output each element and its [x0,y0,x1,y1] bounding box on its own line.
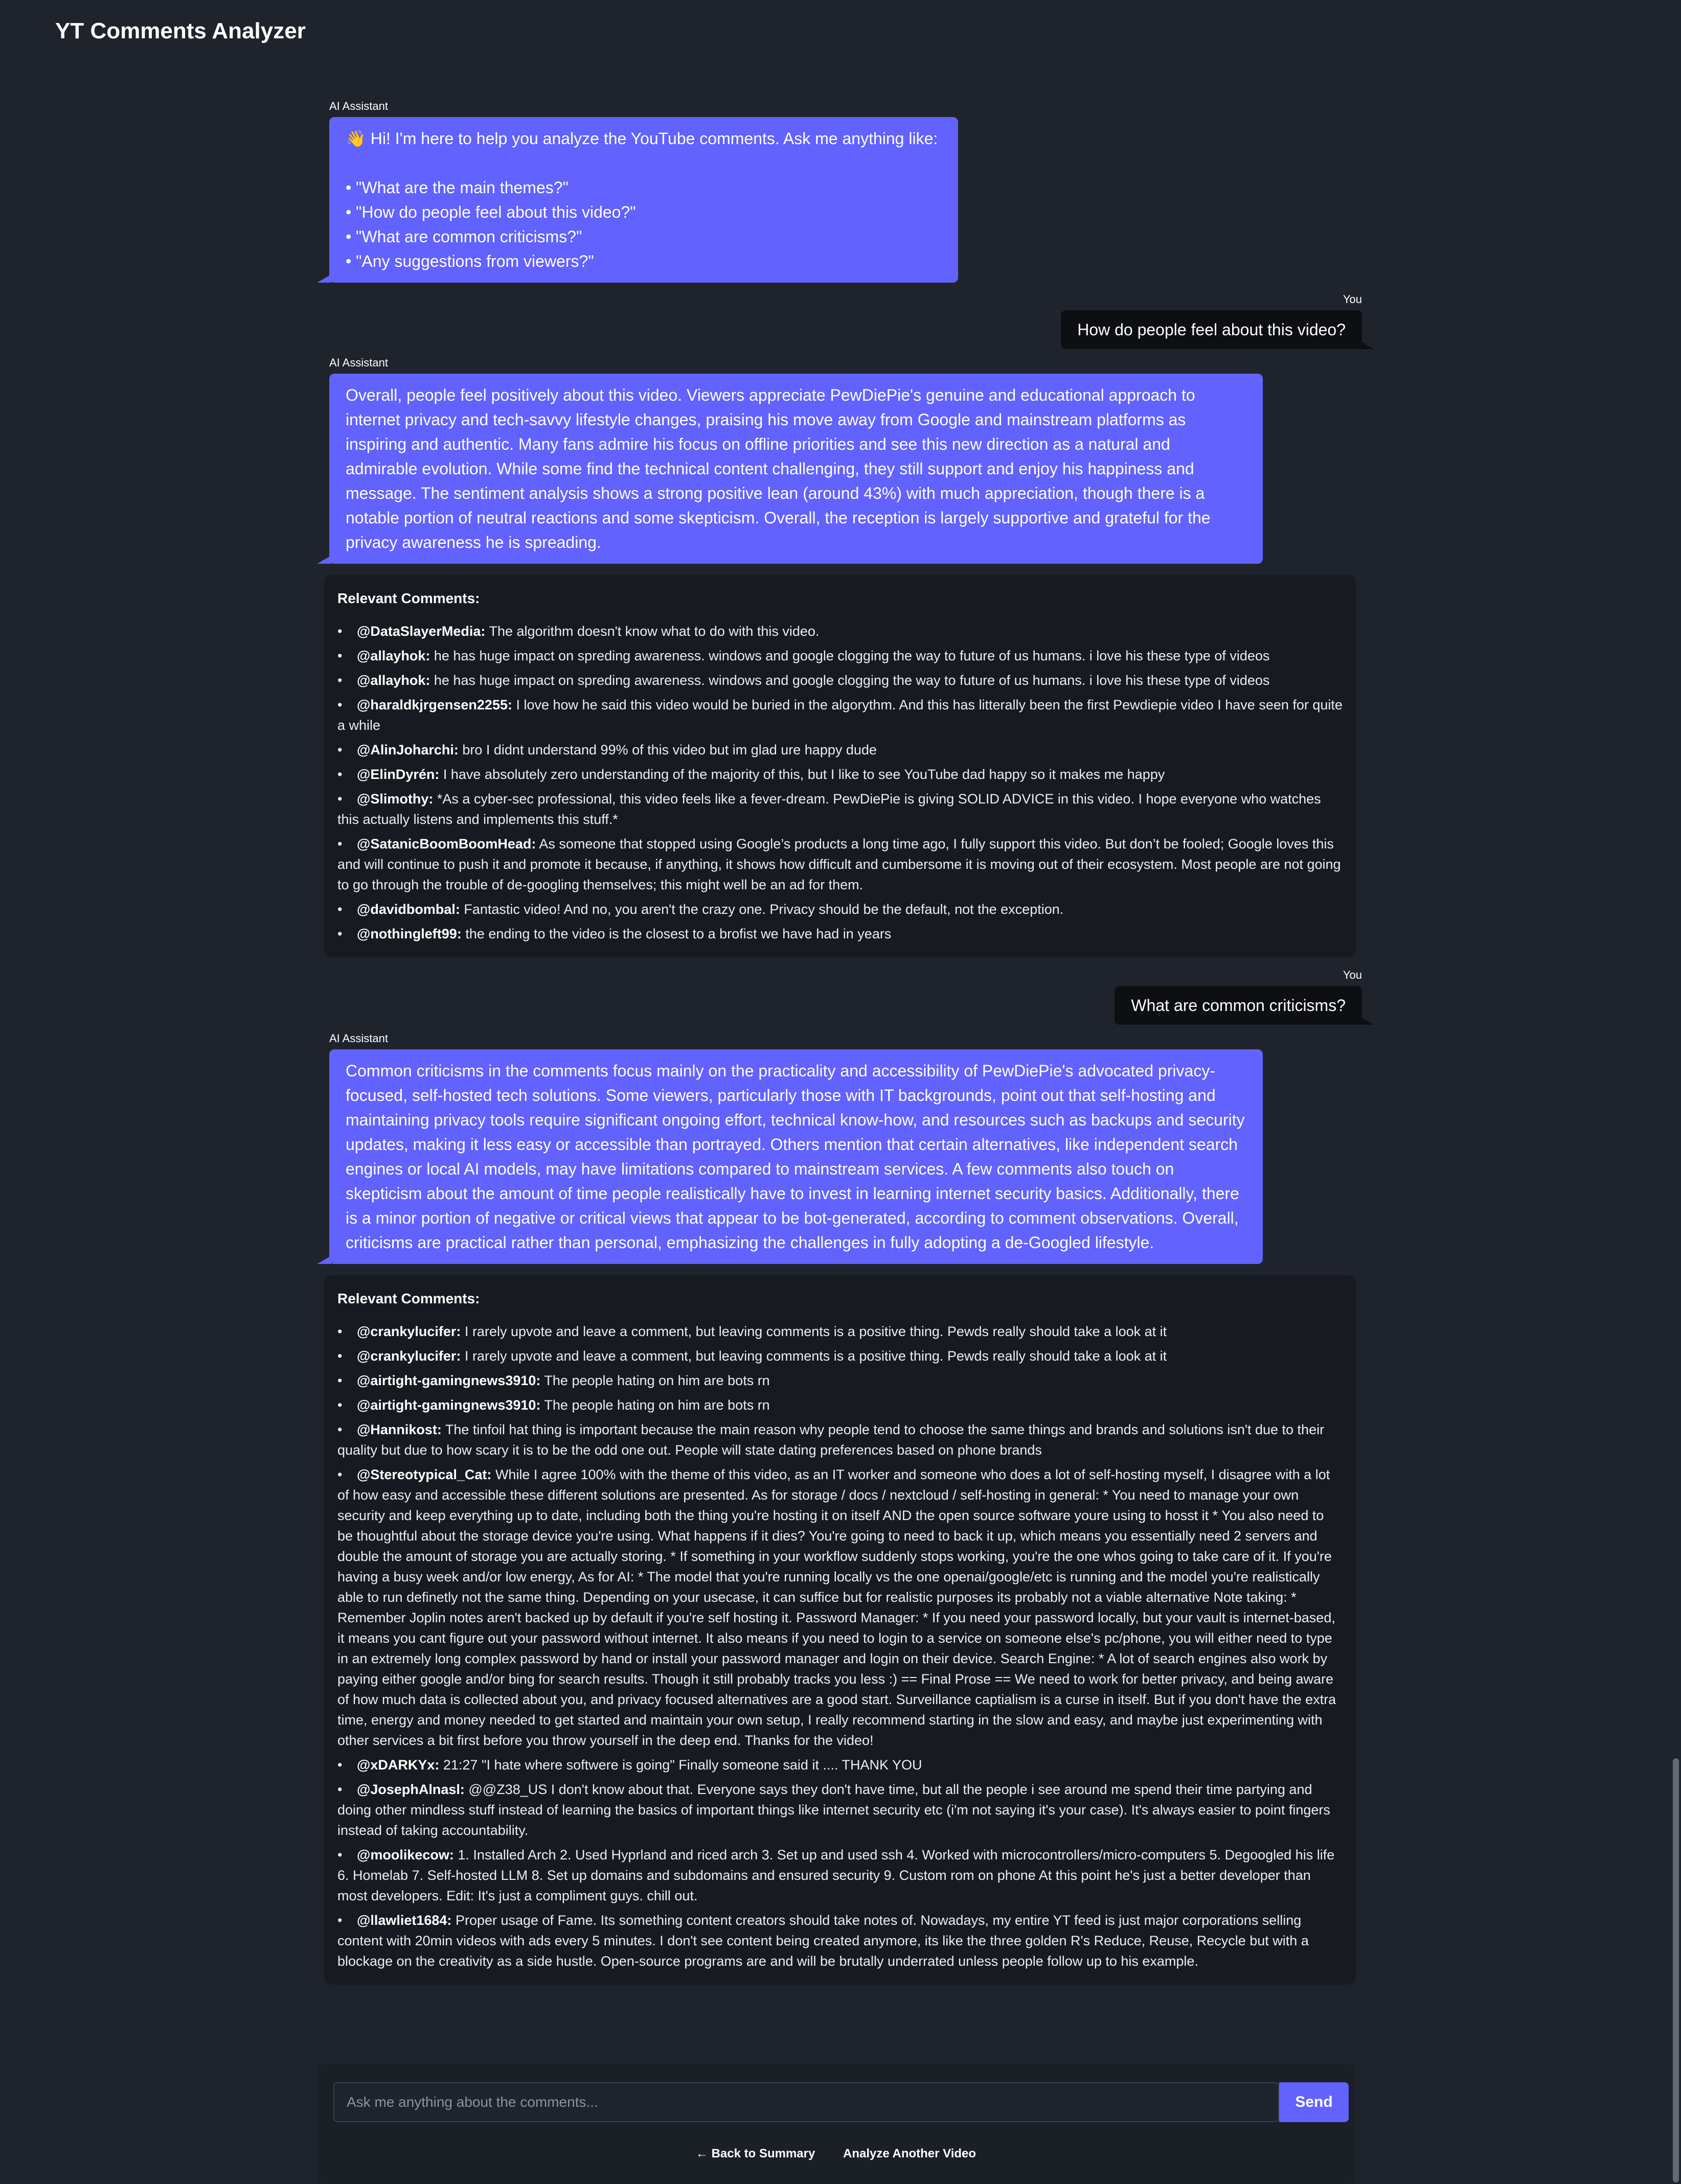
comment-text: he has huge impact on spreding awareness… [434,648,1270,663]
relevant-comments-title: Relevant Comments: [337,590,480,606]
comment-text: 21:27 "I hate where softwere is going" F… [443,1757,922,1773]
send-button[interactable]: Send [1279,2082,1349,2122]
analyze-another-video-link[interactable]: Analyze Another Video [843,2147,976,2160]
greeting-text: 👋 Hi! I'm here to help you analyze the Y… [346,129,938,148]
comment-text: @@Z38_US I don't know about that. Everyo… [337,1782,1330,1838]
comment-author: @nothingleft99: [357,926,462,941]
list-item: • @JosephAlnasl: @@Z38_US I don't know ab… [337,1782,1330,1838]
list-item: • @xDARKYx: 21:27 "I hate where softwere … [337,1757,922,1773]
list-item: • @llawliet1684: Proper usage of Fame. It… [337,1913,1309,1969]
list-item: • @Stereotypical_Cat: While I agree 100% … [337,1467,1336,1748]
scrollbar-track[interactable] [1671,0,1681,2184]
comment-author: @SatanicBoomBoomHead: [357,836,536,852]
ai-sender-label: AI Assistant [329,356,388,369]
comment-author: @JosephAlnasl: [357,1782,465,1797]
user-sender-label: You [1343,293,1362,306]
user-bubble: What are common criticisms? [1115,986,1374,1025]
list-item: • @haraldkjrgensen2255: I love how he sai… [337,697,1343,733]
list-item: • @allayhok: he has huge impact on spredi… [337,673,1270,688]
comment-author: @allayhok: [357,648,430,663]
example-question: • "What are common criticisms?" [346,227,582,246]
list-item: • @nothingleft99: the ending to the video… [337,926,892,941]
ai-sender-label: AI Assistant [329,1032,388,1045]
comment-text: The algorithm doesn't know what to do wi… [489,624,820,639]
user-message: You How do people feel about this video? [317,293,1374,349]
comment-author: @airtight-gamingnews3910: [357,1397,541,1413]
back-to-summary-link[interactable]: ← Back to Summary [696,2147,815,2160]
chat-thread: AI Assistant 👋 Hi! I'm here to help you … [317,100,1374,1985]
chat-input-area: Send ← Back to Summary Analyze Another V… [317,2064,1355,2184]
comment-author: @Slimothy: [357,791,434,807]
ai-message: AI Assistant Common criticisms in the co… [317,1032,1365,1264]
ai-bubble: Common criticisms in the comments focus … [317,1049,1263,1264]
ai-message: AI Assistant Overall, people feel positi… [317,356,1365,564]
ai-bubble: Overall, people feel positively about th… [317,374,1263,564]
comment-author: @allayhok: [357,673,430,688]
comment-author: @haraldkjrgensen2255: [357,697,512,712]
footer-links: ← Back to Summary Analyze Another Video [317,2147,1355,2161]
comment-text: bro I didnt understand 99% of this video… [462,742,877,757]
comment-author: @Stereotypical_Cat: [357,1467,492,1482]
ai-answer-text: Common criticisms in the comments focus … [346,1062,1250,1252]
list-item: • @davidbombal: Fantastic video! And no, … [337,902,1064,917]
list-item: • @SatanicBoomBoomHead: As someone that s… [337,836,1341,892]
ai-bubble: 👋 Hi! I'm here to help you analyze the Y… [317,117,958,283]
comment-text: Proper usage of Fame. Its something cont… [337,1913,1309,1969]
ai-message-greeting: AI Assistant 👋 Hi! I'm here to help you … [317,100,1365,283]
example-question: • "Any suggestions from viewers?" [346,252,594,270]
comment-text: The people hating on him are bots rn [544,1397,770,1413]
comment-text: 1. Installed Arch 2. Used Hyprland and r… [337,1847,1335,1903]
comment-text: *As a cyber-sec professional, this video… [337,791,1321,827]
comment-author: @ElinDyrén: [357,767,440,782]
comment-author: @moolikecow: [357,1847,454,1863]
user-sender-label: You [1343,969,1362,981]
comments-list: • @DataSlayerMedia: The algorithm doesn't… [337,621,1343,944]
comment-author: @crankylucifer: [357,1348,461,1364]
comment-author: @DataSlayerMedia: [357,624,486,639]
comment-author: @airtight-gamingnews3910: [357,1373,541,1388]
list-item: • @moolikecow: 1. Installed Arch 2. Used … [337,1847,1335,1903]
comment-text: he has huge impact on spreding awareness… [434,673,1270,688]
list-item: • @crankylucifer: I rarely upvote and lea… [337,1324,1167,1339]
comment-text: While I agree 100% with the theme of thi… [337,1467,1336,1748]
user-bubble: How do people feel about this video? [1061,310,1374,349]
ai-answer-text: Overall, people feel positively about th… [346,386,1215,551]
relevant-comments-panel: Relevant Comments: • @DataSlayerMedia: Th… [324,575,1356,957]
comment-author: @davidbombal: [357,902,460,917]
comment-text: The people hating on him are bots rn [544,1373,770,1388]
comment-text: I rarely upvote and leave a comment, but… [464,1348,1167,1364]
example-question: • "How do people feel about this video?" [346,203,636,221]
comment-text: Fantastic video! And no, you aren't the … [464,902,1064,917]
comment-author: @Hannikost: [357,1422,442,1437]
comment-text: I rarely upvote and leave a comment, but… [464,1324,1167,1339]
list-item: • @allayhok: he has huge impact on spredi… [337,648,1270,663]
user-message: You What are common criticisms? [317,969,1374,1025]
comment-author: @crankylucifer: [357,1324,461,1339]
comment-text: the ending to the video is the closest t… [465,926,892,941]
list-item: • @DataSlayerMedia: The algorithm doesn't… [337,624,820,639]
comment-author: @xDARKYx: [357,1757,440,1773]
comment-author: @llawliet1684: [357,1913,452,1928]
list-item: • @Slimothy: *As a cyber-sec professional… [337,791,1321,827]
list-item: • @crankylucifer: I rarely upvote and lea… [337,1348,1167,1364]
list-item: • @airtight-gamingnews3910: The people ha… [337,1373,770,1388]
relevant-comments-panel: Relevant Comments: • @crankylucifer: I ra… [324,1275,1356,1985]
ai-sender-label: AI Assistant [329,100,388,112]
scrollbar-thumb[interactable] [1673,1758,1679,2182]
relevant-comments-title: Relevant Comments: [337,1291,480,1306]
example-question: • "What are the main themes?" [346,178,569,197]
chat-input[interactable] [333,2082,1279,2122]
list-item: • @AlinJoharchi: bro I didnt understand 9… [337,742,877,757]
comments-list: • @crankylucifer: I rarely upvote and lea… [337,1321,1343,1971]
list-item: • @Hannikost: The tinfoil hat thing is im… [337,1422,1325,1458]
comment-text: The tinfoil hat thing is important becau… [337,1422,1325,1458]
comment-author: @AlinJoharchi: [357,742,459,757]
app-title: YT Comments Analyzer [55,18,306,43]
list-item: • @airtight-gamingnews3910: The people ha… [337,1397,770,1413]
list-item: • @ElinDyrén: I have absolutely zero unde… [337,767,1165,782]
comment-text: I have absolutely zero understanding of … [443,767,1165,782]
